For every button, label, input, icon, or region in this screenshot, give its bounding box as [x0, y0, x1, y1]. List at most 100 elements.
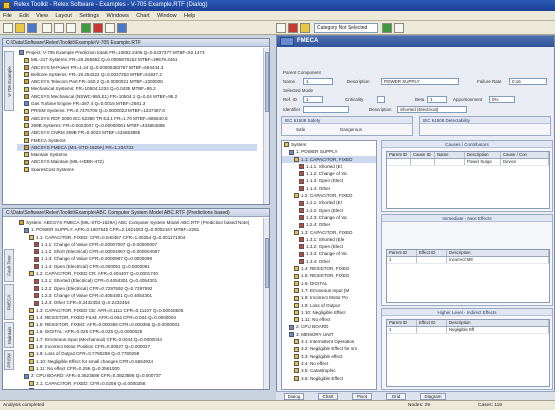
tree-item[interactable]: 1.1: CAPACITOR, FIXED: CFR=0.040467 CFR=… [17, 234, 257, 241]
tree-item[interactable]: 2: CPU BOARD [282, 323, 376, 330]
tree-item[interactable]: 299B Systems: FR=0.0023007 Q=0.00000001 … [17, 122, 257, 129]
tree-item[interactable]: 1: POWER SUPPLY [282, 148, 376, 155]
tree-item[interactable]: 1.1.3: Open (Elect [282, 177, 376, 184]
identifier-field[interactable] [303, 106, 349, 113]
tree-item[interactable]: 1.1: CAPACITOR, FIXED [282, 155, 376, 163]
tree-item[interactable]: 1.7: Erroneous Input (M [282, 287, 376, 294]
cut-icon[interactable] [42, 23, 52, 33]
tree-item[interactable]: 1.11: No effect CFR=0.256 Q=0.2561000 [17, 365, 257, 372]
tree-item[interactable]: 1.8: Incorrect Motor Position CFR=0.0002… [17, 343, 257, 350]
tree-item[interactable]: 1.1.4: Other [282, 185, 376, 192]
tree-item[interactable]: 1.10: Negligible Effect [282, 309, 376, 316]
tree-item[interactable]: 3: MEMORY UNIT [282, 331, 376, 338]
table-row[interactable]: 1 Incorrect Mtl [387, 257, 549, 264]
tree-item[interactable]: 1.2.4: Other CFR=0.2432454 Q=0.2432454 [17, 299, 257, 306]
calculate-icon[interactable] [117, 23, 127, 33]
tree-item[interactable]: 1.2.4: Other [282, 221, 376, 228]
safe-radio[interactable]: Safe [296, 127, 305, 132]
causes-col-cause-con[interactable]: Cause / Con [501, 152, 549, 158]
tree-item[interactable]: Bellcore Systems: FR=19.254322 Q=0.00372… [17, 71, 257, 78]
add-icon[interactable] [81, 23, 91, 33]
menu-windows[interactable]: Windows [104, 11, 132, 21]
tree-item[interactable]: 1.3: CAPACITOR, FIXED CE: AFR=0.1111 CFR… [17, 307, 257, 314]
project-tree[interactable]: Project: V-705 Example Prediction totals… [17, 49, 257, 203]
open-folder-icon[interactable] [15, 23, 25, 33]
menu-help[interactable]: Help [181, 11, 198, 21]
tab-chart[interactable]: Chart [318, 393, 338, 400]
tree-item[interactable]: 3.4: No effect [282, 360, 376, 367]
tab-diagram[interactable]: Diagram [420, 393, 446, 400]
criticality-checkbox[interactable] [377, 96, 385, 103]
filter-icon[interactable] [300, 23, 310, 33]
causes-col-description[interactable]: Description [465, 152, 501, 158]
tab-v705-example[interactable]: V-705 Example [4, 51, 14, 111]
tab-maintain[interactable]: Maintain [4, 322, 14, 348]
table-row[interactable]: Power Surge Device [387, 159, 549, 166]
chart-icon[interactable] [288, 23, 298, 33]
causes-col-parent-id[interactable]: Parent ID [387, 152, 411, 158]
immediate-col-description[interactable]: Description [447, 250, 549, 256]
tree-item[interactable]: 1.4: RESISTOR, FIXED FILM: AFR=0.004 CFR… [17, 314, 257, 321]
tree-item[interactable]: ABCSYS Maintain (MIL-HDBK-472) [17, 158, 257, 165]
apply-icon[interactable] [382, 23, 392, 33]
tree-item[interactable]: 1.7: Erroneous Input (Mechanical) CFR=0.… [17, 336, 257, 343]
causes-col-cause-id[interactable]: Cause ID [411, 152, 435, 158]
tab-pivot[interactable]: Pivot [352, 393, 372, 400]
higher-col-parent-id[interactable]: Parent ID [387, 320, 417, 326]
tab-fault-tree[interactable]: Fault Tree [4, 249, 14, 282]
fmeca-system-tree[interactable]: System: ABCSYS FMECA (MIL-STD-1629A) ABC… [17, 219, 257, 389]
paste-icon[interactable] [66, 23, 76, 33]
tree-item[interactable]: 1.2.3: Change of Value CFR=0.4054301 Q=0… [17, 292, 257, 299]
tree-item[interactable]: 1.1.3: Change of Value CFR=0.0000987 Q=0… [17, 255, 257, 262]
tree-item[interactable]: 1.1.2: Short (Electrical) CFR=0.00004067… [17, 248, 257, 255]
tree-item[interactable]: 3.1: Intermittent Operation [282, 338, 376, 345]
tree-item[interactable]: 1.2.1: Shorted (Electrical) CFR=0.405430… [17, 277, 257, 284]
save-icon[interactable] [27, 23, 37, 33]
menu-file[interactable]: File [0, 11, 15, 21]
fmeca-mode-tree[interactable]: System 1: POWER SUPPLY 1.1: CAPACITOR, FIX… [281, 140, 377, 390]
menu-layout[interactable]: Layout [52, 11, 75, 21]
menu-window[interactable]: Window [154, 11, 180, 21]
apportionment-field[interactable]: 0% [489, 96, 515, 103]
tab-dialog[interactable]: Dialog [284, 393, 304, 400]
tree-item[interactable]: 1.3.1: Shorted (Ele [282, 236, 376, 243]
menu-view[interactable]: View [33, 11, 51, 21]
causes-col-name[interactable]: Name [435, 152, 465, 158]
fmeca-system-tree-scrollbar[interactable] [263, 218, 269, 389]
properties-icon[interactable] [105, 23, 115, 33]
tree-item[interactable]: 1.2: CAPACITOR, FIXED [282, 192, 376, 199]
tree-item[interactable]: Project: V-705 Example Prediction totals… [17, 49, 257, 56]
delete-icon[interactable] [93, 23, 103, 33]
tree-item[interactable]: 3.3: Negligible effect [282, 353, 376, 360]
tree-item[interactable]: 1.11: No effect [282, 316, 376, 323]
tree-item[interactable]: Gas Turbine Engine FR=387.4 Q=0.0015 MTB… [17, 100, 257, 107]
tree-item[interactable]: 1.2: CAPACITOR, FIXED CR: AFR=0.404407 Q… [17, 270, 257, 277]
table-row[interactable]: 1 Negligible Eff [387, 327, 549, 334]
tree-item[interactable]: 2.2: CAPACITOR, FIXED CE: AFR=0.3184 CFR… [17, 387, 257, 389]
tree-item[interactable]: 1.1.1: Change of Value CFR=0.00007007 Q=… [17, 241, 257, 248]
menu-settings[interactable]: Settings [76, 11, 102, 21]
causes-grid[interactable]: Parent ID Cause ID Name Description Caus… [386, 151, 550, 209]
tree-item[interactable]: 1.5: RESISTOR, FIXED: AFR=0.000356 CFR=0… [17, 321, 257, 328]
tree-item[interactable]: ABCSYS RDF 2000 IEC 62380 TR Ed.1 FR=1.7… [17, 115, 257, 122]
settings-icon[interactable] [394, 23, 404, 33]
ref-id-field[interactable]: 1 [303, 96, 323, 103]
tree-item[interactable]: 2.1: CAPACITOR, FIXED: CFR=0.0258 Q=0.00… [17, 380, 257, 387]
name-field[interactable]: 1 [303, 78, 333, 85]
tab-grid[interactable]: Grid [386, 393, 406, 400]
tree-item[interactable]: 2: CPU BOARD: AFR=0.3823586 CFR=0.382358… [17, 372, 257, 379]
tree-item[interactable]: ABCSYS Telecom Part FR=160.2 Q=0.0000021… [17, 78, 257, 85]
description-field[interactable]: POWER SUPPLY [381, 78, 459, 85]
immediate-col-parent-id[interactable]: Parent ID [387, 250, 417, 256]
category-select[interactable]: Category Not Selected [314, 23, 378, 33]
tree-item[interactable]: System: ABCSYS FMECA (MIL-STD-1629A) ABC… [17, 219, 257, 226]
tree-item[interactable]: 1.2.2: Open (Electrical) CFR=0.7297592 Q… [17, 285, 257, 292]
dangerous-radio[interactable]: Dangerous [340, 127, 362, 132]
tree-item[interactable]: ABCSYS M-Power FR=1.44 Q=0.00005383787 M… [17, 64, 257, 71]
tree-item[interactable]: MIL-217 Systems: FR=25.265952 Q=0.000587… [17, 56, 257, 63]
tab-fmeca[interactable]: FMECA [4, 284, 14, 320]
tree-item[interactable]: FMECA Systems [17, 137, 257, 144]
tree-item[interactable]: 1.6: DIGITAL: AFR=0.025 CFR=0.025 Q=0.00… [17, 328, 257, 335]
project-tree-scrollbar[interactable] [263, 48, 269, 204]
tree-item[interactable]: 1.3.3: Change of Va [282, 250, 376, 257]
